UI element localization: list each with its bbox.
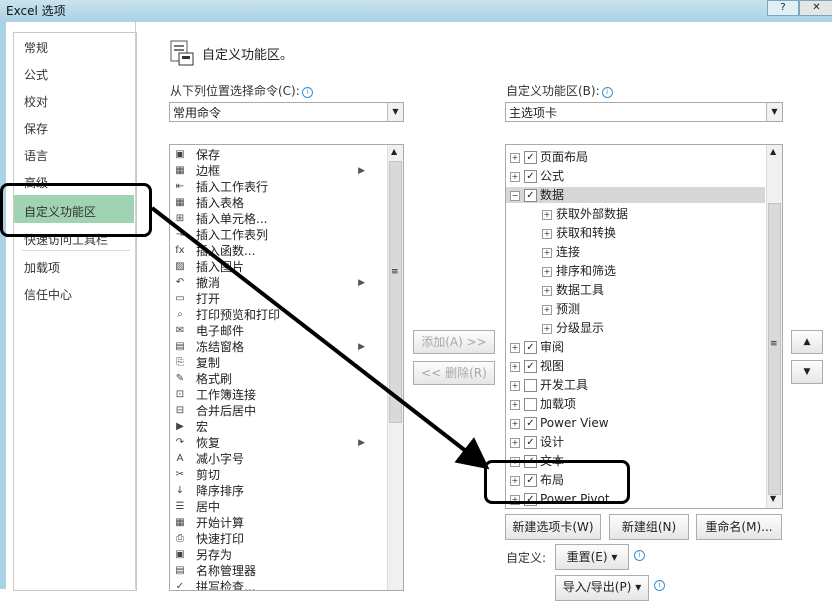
arrow-line	[150, 206, 490, 470]
annotation-arrow	[150, 206, 490, 470]
